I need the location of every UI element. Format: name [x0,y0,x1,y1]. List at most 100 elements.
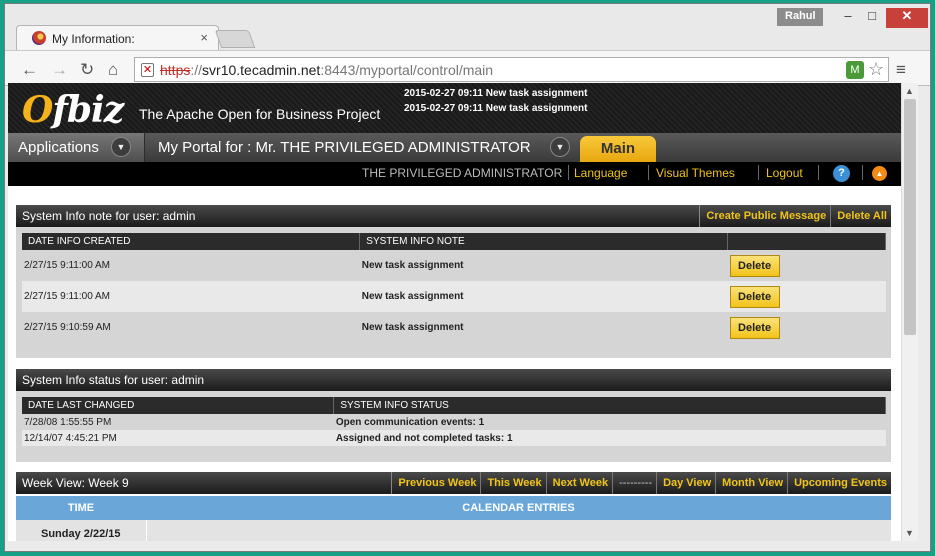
applications-menu[interactable]: Applications ▼ [8,133,145,162]
star-icon[interactable]: ☆ [868,59,884,80]
profile-badge[interactable]: Rahul [777,8,823,26]
url-text[interactable]: https://svr10.tecadmin.net:8443/myportal… [160,62,493,78]
info-status-table: DATE LAST CHANGED SYSTEM INFO STATUS 7/2… [22,397,886,446]
date-cell: 7/28/08 1:55:55 PM [24,416,112,428]
column-header [727,233,886,250]
info-status-screenlet: System Info status for user: admin DATE … [16,369,891,462]
note-cell: New task assignment [361,322,464,333]
table-row: 2/27/15 9:11:00 AM New task assignment D… [22,281,886,312]
notification-item[interactable]: 2015-02-27 09:11 New task assignment [404,101,587,116]
screenlet-title: System Info status for user: admin [22,373,205,387]
table-row: 2/27/15 9:11:00 AM New task assignment D… [22,250,886,281]
close-tab-icon[interactable]: × [200,30,208,45]
month-view-link[interactable]: Month View [715,472,787,494]
maximize-button[interactable]: □ [860,8,884,28]
date-cell: 2/27/15 9:11:00 AM [24,291,110,302]
reload-icon[interactable]: ↻ [80,60,94,80]
screenlet-title: Week View: Week 9 [22,476,129,490]
forward-arrow-icon[interactable]: → [51,60,68,80]
entries-cell[interactable] [145,520,891,541]
chevron-down-icon[interactable]: ▼ [111,137,131,157]
action-cell: Delete [728,250,886,281]
minimize-button[interactable]: – [836,8,860,28]
browser-tab[interactable]: My Information: × [16,25,219,50]
ofbiz-logo[interactable]: Ofbiz [22,89,124,131]
table-row: 12/14/07 4:45:21 PM Assigned and not com… [22,430,886,446]
chevron-down-icon[interactable]: ▼ [550,137,570,157]
new-tab-button[interactable] [214,30,256,48]
delete-button[interactable]: Delete [729,254,780,277]
separator-text: --------- [612,472,656,494]
address-bar[interactable]: ✕ https://svr10.tecadmin.net:8443/myport… [134,57,889,82]
applications-label: Applications [18,139,99,156]
ofbiz-favicon-icon [32,31,46,45]
day-view-link[interactable]: Day View [656,472,715,494]
column-header: SYSTEM INFO STATUS [333,397,886,414]
calendar-row: Sunday 2/22/15 [16,520,891,541]
create-public-message-link[interactable]: Create Public Message [699,205,830,227]
screenlet-links: Create Public Message Delete All [699,205,891,227]
portal-title[interactable]: My Portal for : Mr. THE PRIVILEGED ADMIN… [158,139,531,156]
notification-item[interactable]: 2015-02-27 09:11 New task assignment [404,86,587,101]
logout-link[interactable]: Logout [766,166,803,180]
week-calendar-table: TIME CALENDAR ENTRIES Sunday 2/22/15 [16,496,891,541]
week-view-screenlet: Week View: Week 9 Previous Week This Wee… [16,472,891,541]
url-host: svr10.tecadmin.net [202,62,321,78]
collapse-up-icon[interactable]: ▲ [872,166,887,181]
day-cell[interactable]: Sunday 2/22/15 [16,520,146,541]
delete-button[interactable]: Delete [729,316,780,339]
menu-icon[interactable]: ≡ [896,60,906,80]
home-icon[interactable]: ⌂ [108,60,118,80]
url-scheme: https [160,62,191,78]
column-header: SYSTEM INFO NOTE [359,233,729,250]
logo-o: O [22,89,53,131]
column-header: CALENDAR ENTRIES [146,496,891,520]
screenlet-header: Week View: Week 9 Previous Week This Wee… [16,472,891,494]
vertical-scrollbar[interactable]: ▲ ▼ [901,83,918,541]
previous-week-link[interactable]: Previous Week [391,472,480,494]
action-cell: Delete [728,281,886,312]
help-icon[interactable]: ? [833,165,850,182]
tab-main[interactable]: Main [580,136,656,162]
scroll-thumb[interactable] [904,99,916,335]
visual-themes-link[interactable]: Visual Themes [656,166,735,180]
status-cell: Assigned and not completed tasks: 1 [335,432,513,444]
tagline: The Apache Open for Business Project [139,106,381,122]
upcoming-events-link[interactable]: Upcoming Events [787,472,891,494]
screenlet-header: System Info status for user: admin [16,369,891,391]
info-notes-screenlet: System Info note for user: admin Create … [16,205,891,358]
language-link[interactable]: Language [574,166,627,180]
divider [758,165,759,180]
user-bar: THE PRIVILEGED ADMINISTRATOR Language Vi… [8,162,901,186]
column-header: TIME [16,496,146,520]
close-window-button[interactable]: ✕ [886,8,928,28]
next-week-link[interactable]: Next Week [545,472,612,494]
info-notes-table: DATE INFO CREATED SYSTEM INFO NOTE 2/27/… [22,233,886,343]
browser-toolbar: ← → ↻ ⌂ ✕ https://svr10.tecadmin.net:844… [5,50,930,86]
page-viewport: Ofbiz The Apache Open for Business Proje… [8,83,901,541]
week-nav-links: Previous Week This Week Next Week ------… [391,472,891,494]
action-cell: Delete [728,312,886,343]
table-row: 7/28/08 1:55:55 PM Open communication ev… [22,414,886,430]
insecure-lock-icon[interactable]: ✕ [141,63,154,77]
date-cell: 2/27/15 9:10:59 AM [24,322,111,333]
date-cell: 2/27/15 9:11:00 AM [24,260,110,271]
delete-all-link[interactable]: Delete All [830,205,891,227]
url-separator: :// [190,62,203,78]
app-navbar: Applications ▼ My Portal for : Mr. THE P… [8,133,901,162]
title-bar: My Information: × Rahul – □ ✕ [5,4,930,50]
table-row: 2/27/15 9:10:59 AM New task assignment D… [22,312,886,343]
main-content: System Info note for user: admin Create … [8,186,901,541]
date-cell: 12/14/07 4:45:21 PM [24,432,117,444]
ofbiz-header: Ofbiz The Apache Open for Business Proje… [8,83,901,133]
scroll-down-icon[interactable]: ▼ [905,528,914,538]
delete-button[interactable]: Delete [729,285,780,308]
url-path: :8443/myportal/control/main [320,62,494,78]
logo-text: fbiz [52,89,124,131]
this-week-link[interactable]: This Week [480,472,545,494]
extension-icon[interactable]: M [846,61,864,79]
scroll-up-icon[interactable]: ▲ [905,86,914,96]
back-arrow-icon[interactable]: ← [21,60,38,80]
divider [862,165,863,180]
notification-list: 2015-02-27 09:11 New task assignment 201… [404,86,587,116]
